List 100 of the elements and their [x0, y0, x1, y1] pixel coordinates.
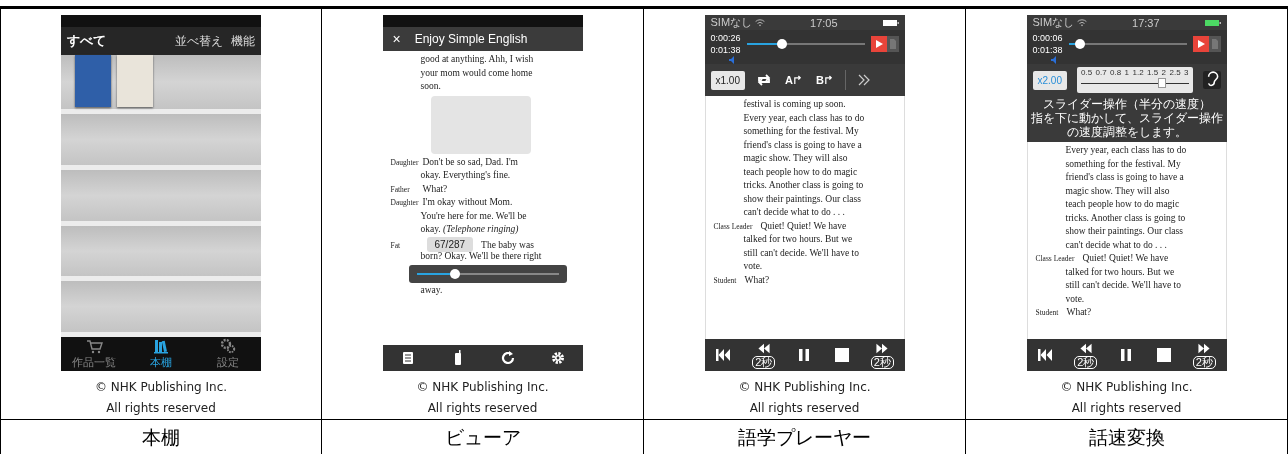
battery-icon: [882, 18, 899, 27]
body-text: The baby was: [481, 238, 534, 252]
body-text: good at anything. Ahh, I wish: [419, 53, 535, 66]
stop-icon: [1155, 347, 1172, 363]
body-text: show their paintings. Our class: [1064, 225, 1184, 238]
body-text: What?: [744, 273, 770, 287]
total-time: 0:01:38: [1032, 44, 1063, 56]
rotate-icon: [499, 350, 516, 366]
body-text: Quiet! Quiet! We have: [760, 219, 847, 233]
tick-label: 0.5: [1080, 68, 1093, 77]
body-text: talked for two hours. But we: [742, 233, 854, 246]
body-text: something for the festival. My: [742, 125, 860, 138]
skip-back-icon: [715, 347, 732, 363]
carrier-text: SIMなし: [710, 15, 753, 30]
stop-button[interactable]: [1155, 347, 1172, 363]
body-text: your mom would come home: [419, 66, 534, 80]
corner-arrow-icon: [823, 74, 833, 86]
column-title: 話速変換: [966, 419, 1287, 454]
settings-icon: [549, 350, 566, 366]
body-text: vote.: [742, 260, 764, 273]
body-text: Quiet! Quiet! We have: [1082, 252, 1169, 265]
close-button[interactable]: ×: [392, 31, 401, 47]
body-text: magic show. They will also: [742, 152, 849, 165]
page-number-popup: 67/287: [426, 236, 474, 252]
page-slider[interactable]: [408, 264, 567, 283]
ear-icon: [1202, 71, 1221, 89]
speed-slider[interactable]: 0.5 0.7 0.8 1 1.2 1.5 2 2.5 3: [1076, 67, 1193, 93]
slider-thumb[interactable]: [776, 39, 787, 49]
column-title: 語学プレーヤー: [644, 419, 965, 454]
loop-point-button[interactable]: B: [813, 74, 835, 86]
tab[interactable]: 設定: [194, 337, 261, 371]
clock-time: 17:37: [1132, 16, 1160, 29]
loop-point-button[interactable]: A: [782, 74, 804, 86]
tick-label: 2: [1161, 68, 1167, 77]
body-text: vote.: [1064, 292, 1086, 306]
carrier-text: SIMなし: [1032, 15, 1075, 30]
tab[interactable]: 作品一覧: [61, 337, 128, 371]
rewind-icon: [755, 341, 772, 355]
fast-forward-icon: [874, 341, 891, 355]
rights-notice: All rights reserved: [1070, 400, 1183, 417]
body-text: teach people how to do magic: [1064, 198, 1181, 211]
slider-thumb[interactable]: [1157, 78, 1166, 88]
body-text: born? Okay. We'll be there right: [419, 250, 543, 263]
body-text: tricks. Another class is going to: [742, 179, 865, 192]
rewind-icon: [1077, 341, 1094, 355]
slider-thumb[interactable]: [1075, 39, 1086, 49]
stop-button[interactable]: [833, 347, 850, 363]
skip-back-icon: [1037, 347, 1054, 363]
body-text: can't decide what to do . . .: [742, 206, 846, 219]
body-text: okay. (Telephone ringing): [419, 223, 520, 236]
rights-notice: All rights reserved: [105, 400, 217, 417]
body-text: What?: [1066, 306, 1092, 319]
wifi-icon: [755, 18, 766, 27]
body-text: tricks. Another class is going to: [1064, 211, 1187, 225]
tick-label: 0.7: [1095, 68, 1107, 77]
header-action[interactable]: 並べ替え: [175, 32, 223, 50]
column-title: ビューア: [322, 419, 643, 454]
copyright-notice: © NHK Publishing Inc.: [737, 379, 872, 396]
battery-icon: [1204, 18, 1221, 27]
body-text: can't decide what to do . . .: [1064, 238, 1168, 252]
skip-back-button[interactable]: [1037, 347, 1054, 363]
body-text: show their paintings. Our class: [742, 192, 862, 206]
cart-icon: [85, 338, 104, 354]
tab[interactable]: 本棚: [127, 337, 195, 371]
book-title: Enjoy Simple English: [414, 32, 528, 46]
header-action[interactable]: 機能: [231, 32, 255, 50]
elapsed-time: 0:00:26: [710, 32, 741, 44]
body-text: away.: [419, 283, 444, 297]
clock-time: 17:05: [810, 16, 838, 29]
skip-back-button[interactable]: [715, 347, 732, 363]
body-text: You're here for me. We'll be: [419, 209, 528, 223]
speed-button[interactable]: x1.00: [710, 70, 745, 90]
body-text: I'm okay without Mom.: [422, 196, 513, 209]
total-time: 0:01:38: [710, 44, 741, 56]
copyright-notice: © NHK Publishing Inc.: [1059, 379, 1194, 396]
body-text: soon.: [419, 80, 442, 93]
gears-icon: [218, 338, 237, 354]
body-text: teach people how to do magic: [742, 165, 859, 179]
tick-label: 1.5: [1147, 68, 1159, 77]
fast-forward-icon: [1196, 341, 1213, 355]
copyright-notice: © NHK Publishing Inc.: [93, 379, 229, 396]
hint-text: 指を下に動かして、スライダー操作の速度調整をします。: [1030, 111, 1223, 139]
body-text: talked for two hours. But we: [1064, 265, 1176, 279]
body-text: magic show. They will also: [1064, 184, 1171, 198]
body-text: What?: [422, 182, 448, 196]
rights-notice: All rights reserved: [748, 400, 861, 417]
column-title: 本棚: [1, 419, 321, 454]
tick-label: 1.2: [1132, 68, 1144, 77]
body-text: something for the festival. My: [1064, 157, 1182, 171]
body-text: friend's class is going to have a: [1064, 171, 1185, 184]
elapsed-time: 0:00:06: [1032, 32, 1063, 44]
tick-label: 2.5: [1169, 68, 1181, 77]
books-icon: [152, 338, 170, 354]
body-text: okay. Everything's fine.: [419, 169, 512, 182]
play-button-icon: [870, 36, 887, 52]
slider-thumb[interactable]: [449, 268, 460, 279]
body-text: friend's class is going to have a: [742, 138, 863, 152]
body-text: still can't decide. We'll have to: [742, 246, 860, 260]
body-text: festival is coming up soon.: [742, 98, 847, 111]
body-text: still can't decide. We'll have to: [1064, 279, 1182, 292]
